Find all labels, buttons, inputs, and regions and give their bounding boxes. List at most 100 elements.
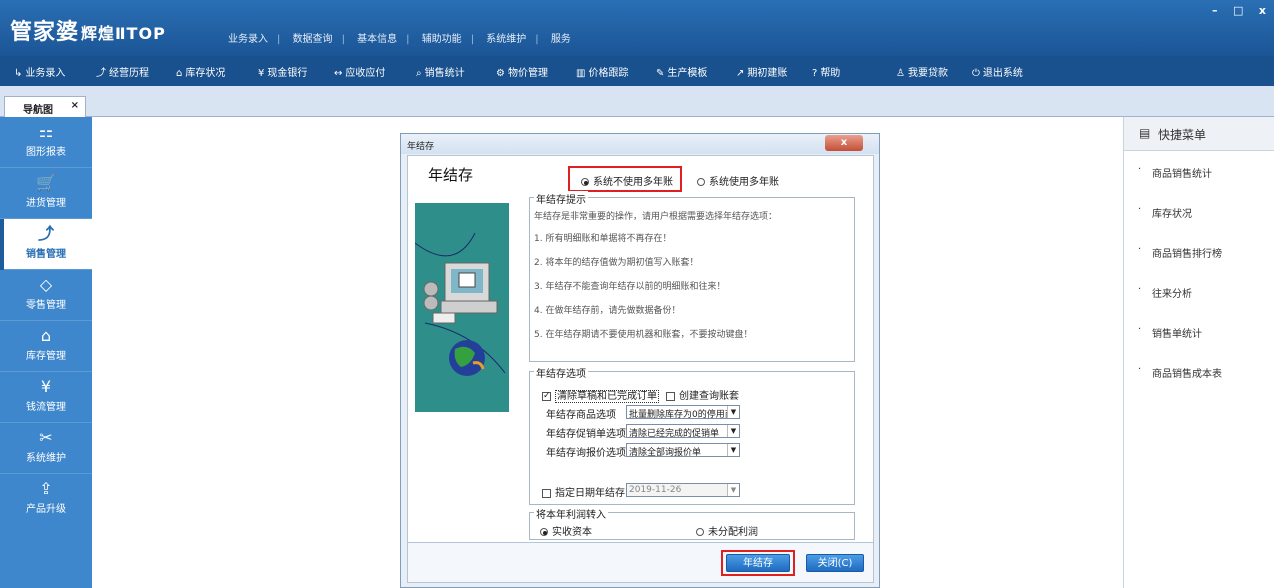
tools-icon: ✂ (39, 428, 53, 447)
user-icon: ♙ (896, 68, 905, 79)
tab-navigation-map[interactable]: 导航图 × (4, 96, 86, 117)
sidebar-item-system-maintenance[interactable]: ✂ 系统维护 (0, 423, 92, 474)
radio-selected-icon (581, 178, 589, 186)
create-query-set-checkbox[interactable]: 创建查询账套 (666, 387, 739, 402)
toolbar-inventory-status[interactable]: ⌂ 库存状况 (176, 64, 225, 79)
top-menu: 业务录入 | 数据查询 | 基本信息 | 辅助功能 | 系统维护 | 服务 (228, 30, 571, 45)
quick-menu-item[interactable]: 商品销售排行榜 (1124, 231, 1274, 271)
toolbar-label: 应收应付 (345, 68, 386, 79)
options-group: 年结存选项 ✓ 清除草稿和已完成订单 创建查询账套 年结存商品选项 批量删除库存为… (529, 365, 855, 505)
toolbar-help[interactable]: ? 帮助 (812, 64, 840, 79)
minimize-button[interactable]: – (1212, 4, 1218, 17)
radio-multi-year[interactable]: 系统使用多年账 (697, 173, 779, 188)
toolbar-price-management[interactable]: ⚙ 物价管理 (496, 64, 548, 79)
trend-icon: ⤴ (96, 68, 106, 79)
year-end-button[interactable]: 年结存 (726, 554, 790, 572)
toolbar-opening-setup[interactable]: ↗ 期初建账 (736, 64, 787, 79)
menu-item-system-maintenance[interactable]: 系统维护 (486, 34, 526, 45)
toolbar-cash-bank[interactable]: ¥ 现金银行 (258, 64, 307, 79)
date-value: 2019-11-26 (629, 485, 682, 495)
quick-menu-item[interactable]: 商品销售成本表 (1124, 351, 1274, 391)
date-year-end-checkbox[interactable]: 指定日期年结存 (542, 484, 625, 499)
close-button[interactable]: 关闭(C) (806, 554, 864, 572)
radio-label: 系统不使用多年账 (593, 177, 673, 188)
goods-option-select[interactable]: 批量删除库存为0的停用商 ▼ (626, 405, 740, 419)
hint-item: 2. 将本年的结存值做为期初值写入账套！ (534, 258, 699, 268)
toolbar-price-tracking[interactable]: ▥ 价格跟踪 (576, 64, 628, 79)
goods-option-label: 年结存商品选项 (546, 410, 616, 421)
radio-paid-in-capital[interactable]: 实收资本 (540, 523, 592, 538)
menu-item-aux-functions[interactable]: 辅助功能 (422, 34, 462, 45)
tab-label: 导航图 (23, 105, 53, 116)
main-toolbar: ↳ 业务录入 ⤴ 经营历程 ⌂ 库存状况 ¥ 现金银行 ↔ 应收应付 ⌕ 销售统计 ⚙ 物价管… (0, 56, 1274, 86)
sidebar-item-cashflow[interactable]: ¥ 钱流管理 (0, 372, 92, 423)
toolbar-receivable-payable[interactable]: ↔ 应收应付 (334, 64, 385, 79)
sidebar-label: 进货管理 (26, 198, 66, 209)
toolbar-label: 现金银行 (267, 68, 308, 79)
promo-option-select[interactable]: 清除已经完成的促销单 ▼ (626, 424, 740, 438)
menu-separator: | (406, 34, 410, 45)
power-icon: ⏻ (972, 68, 980, 79)
menu-item-basic-info[interactable]: 基本信息 (357, 34, 397, 45)
quick-menu-panel: ▤ 快捷菜单 商品销售统计 库存状况 商品销售排行榜 往来分析 销售单统计 商品销… (1123, 117, 1274, 588)
clear-drafts-checkbox[interactable]: ✓ 清除草稿和已完成订单 (542, 387, 659, 403)
date-picker[interactable]: 2019-11-26 ▼ (626, 483, 740, 497)
quick-menu-item[interactable]: 商品销售统计 (1124, 151, 1274, 191)
tab-close-icon[interactable]: × (71, 100, 79, 111)
window-controls: – □ x (1200, 4, 1266, 17)
menu-item-service[interactable]: 服务 (551, 34, 571, 45)
sidebar-item-upgrade[interactable]: ⇪ 产品升级 (0, 474, 92, 525)
sidebar-item-graph-reports[interactable]: ⚏ 图形报表 (0, 117, 92, 168)
sidebar-label: 库存管理 (26, 351, 66, 362)
upload-icon: ⇪ (39, 479, 53, 498)
sidebar-label: 图形报表 (26, 147, 66, 158)
quick-menu-item[interactable]: 库存状况 (1124, 191, 1274, 231)
checkbox-icon (666, 391, 675, 401)
checkbox-label: 清除草稿和已完成订单 (555, 390, 659, 403)
chevron-down-icon: ▼ (727, 444, 739, 456)
profit-group-title: 将本年利润转入 (534, 506, 608, 521)
toolbar-business-entry[interactable]: ↳ 业务录入 (14, 64, 65, 79)
yen-icon: ¥ (258, 68, 265, 79)
select-value: 清除已经完成的促销单 (629, 429, 720, 438)
hint-group-title: 年结存提示 (534, 191, 588, 206)
tab-strip: 导航图 × (0, 86, 1274, 117)
sidebar-item-purchase[interactable]: 🛒 进货管理 (0, 168, 92, 219)
radio-icon (696, 528, 704, 536)
sidebar-item-retail[interactable]: ◇ 零售管理 (0, 270, 92, 321)
quick-menu-item[interactable]: 销售单统计 (1124, 311, 1274, 351)
dialog-close-button[interactable]: x (825, 135, 863, 151)
checkbox-checked-icon: ✓ (542, 390, 551, 401)
chevron-down-icon: ▼ (727, 425, 739, 437)
title-bar: 管家婆 辉煌ⅡTOP 业务录入 | 数据查询 | 基本信息 | 辅助功能 | 系统维护 | … (0, 0, 1274, 56)
toolbar-label: 物价管理 (507, 68, 548, 79)
menu-item-data-query[interactable]: 数据查询 (293, 34, 333, 45)
radio-undistributed-profit[interactable]: 未分配利润 (696, 523, 758, 538)
radio-icon (697, 178, 705, 186)
quote-option-select[interactable]: 清除全部询报价单 ▼ (626, 443, 740, 457)
select-value: 清除全部询报价单 (629, 448, 702, 457)
toolbar-sales-stats[interactable]: ⌕ 销售统计 (416, 64, 465, 79)
maximize-button[interactable]: □ (1233, 4, 1243, 17)
left-sidebar: ⚏ 图形报表 🛒 进货管理 ⤴ 销售管理 ◇ 零售管理 ⌂ 库存管理 ¥ 钱流管理 ✂ 系统维… (0, 117, 92, 588)
toolbar-business-history[interactable]: ⤴ 经营历程 (96, 64, 149, 79)
checkbox-label: 创建查询账套 (679, 391, 739, 402)
toolbar-production-template[interactable]: ✎ 生产模板 (656, 64, 707, 79)
computer-globe-illustration (415, 203, 509, 412)
options-group-title: 年结存选项 (534, 365, 588, 380)
dialog-button-bar: 年结存 关闭(C) (408, 542, 873, 582)
close-window-button[interactable]: x (1259, 4, 1266, 17)
radio-single-year[interactable]: 系统不使用多年账 (581, 173, 673, 188)
radio-label: 系统使用多年账 (709, 177, 779, 188)
toolbar-exit[interactable]: ⏻ 退出系统 (972, 64, 1023, 79)
sidebar-item-inventory[interactable]: ⌂ 库存管理 (0, 321, 92, 372)
radio-label: 未分配利润 (708, 527, 758, 538)
toolbar-label: 生产模板 (667, 68, 708, 79)
home-icon: ⌂ (176, 68, 183, 79)
quick-menu-item[interactable]: 往来分析 (1124, 271, 1274, 311)
sidebar-item-sales[interactable]: ⤴ 销售管理 (0, 219, 92, 270)
menu-separator: | (341, 34, 345, 45)
menu-item-business-entry[interactable]: 业务录入 (228, 34, 268, 45)
menu-separator: | (535, 34, 539, 45)
toolbar-loan[interactable]: ♙ 我要贷款 (896, 64, 948, 79)
